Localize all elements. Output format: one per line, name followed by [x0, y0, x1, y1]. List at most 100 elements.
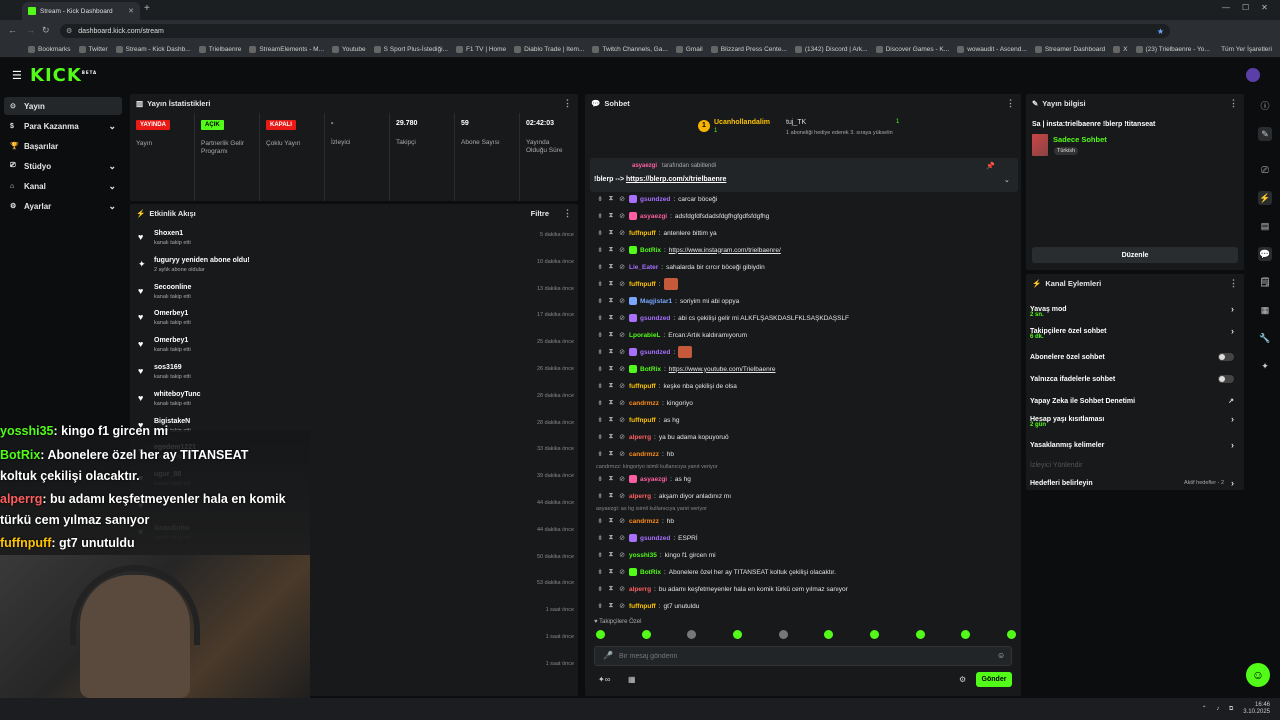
- timeout-icon[interactable]: ⧗: [607, 212, 615, 220]
- chat-username[interactable]: Lie_Eater: [629, 264, 658, 271]
- timeout-icon[interactable]: ⧗: [607, 433, 615, 441]
- chat-message[interactable]: ⇟ ⧗ ⊘ gsundzed:: [596, 344, 1016, 360]
- support-button[interactable]: ☺: [1246, 663, 1270, 687]
- pin-icon[interactable]: ⇟: [596, 263, 604, 271]
- chat-username[interactable]: fuffnpuff: [629, 281, 656, 288]
- bookmark-item[interactable]: Gmail: [675, 46, 703, 53]
- settings-icon[interactable]: ⚙: [959, 675, 966, 684]
- pin-icon[interactable]: ⇟: [596, 348, 604, 356]
- channel-action[interactable]: Yavaş mod 2 sn. ›: [1030, 300, 1240, 318]
- pin-link[interactable]: https://blerp.com/x/trielbaenre: [626, 176, 726, 183]
- forward-icon[interactable]: →: [26, 25, 35, 35]
- chat-message[interactable]: ⇟ ⧗ ⊘ Lie_Eater: sahalarda bir cırcır böceği…: [596, 259, 1016, 275]
- rail-tool-icon[interactable]: ⚡: [1258, 191, 1272, 205]
- bookmark-item[interactable]: Diablo Trade | Item...: [514, 46, 584, 53]
- site-info-icon[interactable]: ⚙: [66, 27, 72, 35]
- filter-button[interactable]: Filtre: [531, 209, 549, 218]
- bookmark-item[interactable]: X: [1113, 46, 1128, 53]
- more-icon[interactable]: ⋮: [1229, 98, 1238, 109]
- chat-username[interactable]: BotRix: [640, 366, 661, 373]
- emote-shortcut-icon[interactable]: [869, 630, 879, 639]
- ban-icon[interactable]: ⊘: [618, 416, 626, 424]
- chat-username[interactable]: fuffnpuff: [629, 417, 656, 424]
- bookmark-item[interactable]: Twitter: [78, 46, 108, 53]
- timeout-icon[interactable]: ⧗: [607, 551, 615, 559]
- bookmark-item[interactable]: Twitch Channels, Ga...: [592, 46, 668, 53]
- chat-link[interactable]: https://www.instagram.com/trielbaenre/: [669, 247, 781, 254]
- ban-icon[interactable]: ⊘: [618, 568, 626, 576]
- ban-icon[interactable]: ⊘: [618, 314, 626, 322]
- chat-username[interactable]: alperrg: [629, 434, 651, 441]
- chat-message[interactable]: ⇟ ⧗ ⊘ fuffnpuff: antenlere bittim ya: [596, 225, 1016, 241]
- all-bookmarks-button[interactable]: Tüm Yer İşaretleri: [1221, 46, 1272, 53]
- chat-message[interactable]: ⇟ ⧗ ⊘ yosshi35: kingo f1 gircen mi: [596, 547, 1016, 563]
- address-bar[interactable]: ⚙ dashboard.kick.com/stream ★: [60, 24, 1170, 38]
- browser-tab[interactable]: Stream - Kick Dashboard ✕: [22, 2, 140, 20]
- chat-username[interactable]: candrmzz: [629, 518, 659, 525]
- ban-icon[interactable]: ⊘: [618, 280, 626, 288]
- bookmark-item[interactable]: StreamElements - M...: [249, 46, 324, 53]
- chat-message[interactable]: ⇟ ⧗ ⊘ asyaezgi: as hg: [596, 471, 1016, 487]
- chat-username[interactable]: candrmzz: [629, 451, 659, 458]
- more-icon[interactable]: ⋮: [563, 208, 572, 219]
- chat-message[interactable]: ⇟ ⧗ ⊘ alperrg: ya bu adama kopuyoruö: [596, 429, 1016, 445]
- chat-username[interactable]: candrmzz: [629, 400, 659, 407]
- sidebar-item-2[interactable]: $ Para Kazanma ⌄: [4, 117, 122, 135]
- pin-icon[interactable]: ⇟: [596, 492, 604, 500]
- sidebar-item-5[interactable]: ⌂ Kanal ⌄: [4, 177, 122, 195]
- pin-icon[interactable]: ⇟: [596, 331, 604, 339]
- bookmark-star-icon[interactable]: ★: [1157, 27, 1164, 36]
- chat-username[interactable]: yosshi35: [629, 552, 657, 559]
- emote-shortcut-icon[interactable]: [824, 630, 834, 639]
- channel-action[interactable]: Takipçilere özel sohbet 6 dk. ›: [1030, 322, 1240, 340]
- timeout-icon[interactable]: ⧗: [607, 297, 615, 305]
- chat-username[interactable]: fuffnpuff: [629, 383, 656, 390]
- emote-shortcut-icon[interactable]: [915, 630, 925, 639]
- pin-icon[interactable]: ⇟: [596, 365, 604, 373]
- sidebar-item-4[interactable]: ⎚ Stüdyo ⌄: [4, 157, 122, 175]
- timeout-icon[interactable]: ⧗: [607, 263, 615, 271]
- pin-icon[interactable]: ⇟: [596, 399, 604, 407]
- chat-username[interactable]: gsundzed: [640, 315, 670, 322]
- pin-icon[interactable]: ⇟: [596, 246, 604, 254]
- system-tray-icons[interactable]: ⌃ ♪ ⧉: [1202, 705, 1238, 713]
- rail-tool-icon[interactable]: 💬: [1258, 247, 1272, 261]
- bookmark-item[interactable]: Discover Games - K...: [875, 46, 949, 53]
- timeout-icon[interactable]: ⧗: [607, 492, 615, 500]
- ban-icon[interactable]: ⊘: [618, 212, 626, 220]
- timeout-icon[interactable]: ⧗: [607, 331, 615, 339]
- chat-username[interactable]: asyaezgi: [640, 476, 667, 483]
- chat-username[interactable]: BotRix: [640, 569, 661, 576]
- chat-message[interactable]: ⇟ ⧗ ⊘ fuffnpuff: gt7 unutuldu: [596, 598, 1016, 614]
- chat-message[interactable]: ⇟ ⧗ ⊘ Magjistar1: soriyim mi abi oppya: [596, 293, 1016, 309]
- chat-message[interactable]: ⇟ ⧗ ⊘ candrmzz: hb: [596, 513, 1016, 529]
- ban-icon[interactable]: ⊘: [618, 475, 626, 483]
- timeout-icon[interactable]: ⧗: [607, 450, 615, 458]
- toggle-switch[interactable]: [1218, 375, 1234, 383]
- ban-icon[interactable]: ⊘: [618, 246, 626, 254]
- ban-icon[interactable]: ⊘: [618, 382, 626, 390]
- pin-icon[interactable]: ⇟: [596, 382, 604, 390]
- chat-message[interactable]: ⇟ ⧗ ⊘ BotRix: https://www.instagram.com/trie…: [596, 242, 1016, 258]
- pin-icon[interactable]: ⇟: [596, 212, 604, 220]
- chat-message[interactable]: ⇟ ⧗ ⊘ candrmzz: hb: [596, 446, 1016, 462]
- chat-message[interactable]: ⇟ ⧗ ⊘ BotRix: Abonelere özel her ay TITANSEA…: [596, 564, 1016, 580]
- rail-tool-icon[interactable]: ✦: [1258, 359, 1272, 373]
- avatar[interactable]: [1246, 68, 1260, 82]
- timeout-icon[interactable]: ⧗: [607, 280, 615, 288]
- ban-icon[interactable]: ⊘: [618, 551, 626, 559]
- chat-username[interactable]: BotRix: [640, 247, 661, 254]
- chat-message[interactable]: ⇟ ⧗ ⊘ candrmzz: kingoriyo: [596, 395, 1016, 411]
- more-icon[interactable]: ⋮: [563, 98, 572, 109]
- timeout-icon[interactable]: ⧗: [607, 517, 615, 525]
- chat-message[interactable]: ⇟ ⧗ ⊘ gsundzed: ESPRİ: [596, 530, 1016, 546]
- timeout-icon[interactable]: ⧗: [607, 585, 615, 593]
- pin-icon[interactable]: ⇟: [596, 195, 604, 203]
- pin-icon[interactable]: ⇟: [596, 433, 604, 441]
- timeout-icon[interactable]: ⧗: [607, 534, 615, 542]
- timeout-icon[interactable]: ⧗: [607, 348, 615, 356]
- chevron-down-icon[interactable]: ⌄: [1004, 176, 1010, 184]
- pin-icon[interactable]: ⇟: [596, 280, 604, 288]
- channel-action[interactable]: Hesap yaşı kısıtlaması 2 gün ›: [1030, 410, 1240, 428]
- bookmark-item[interactable]: Streamer Dashboard: [1034, 46, 1105, 53]
